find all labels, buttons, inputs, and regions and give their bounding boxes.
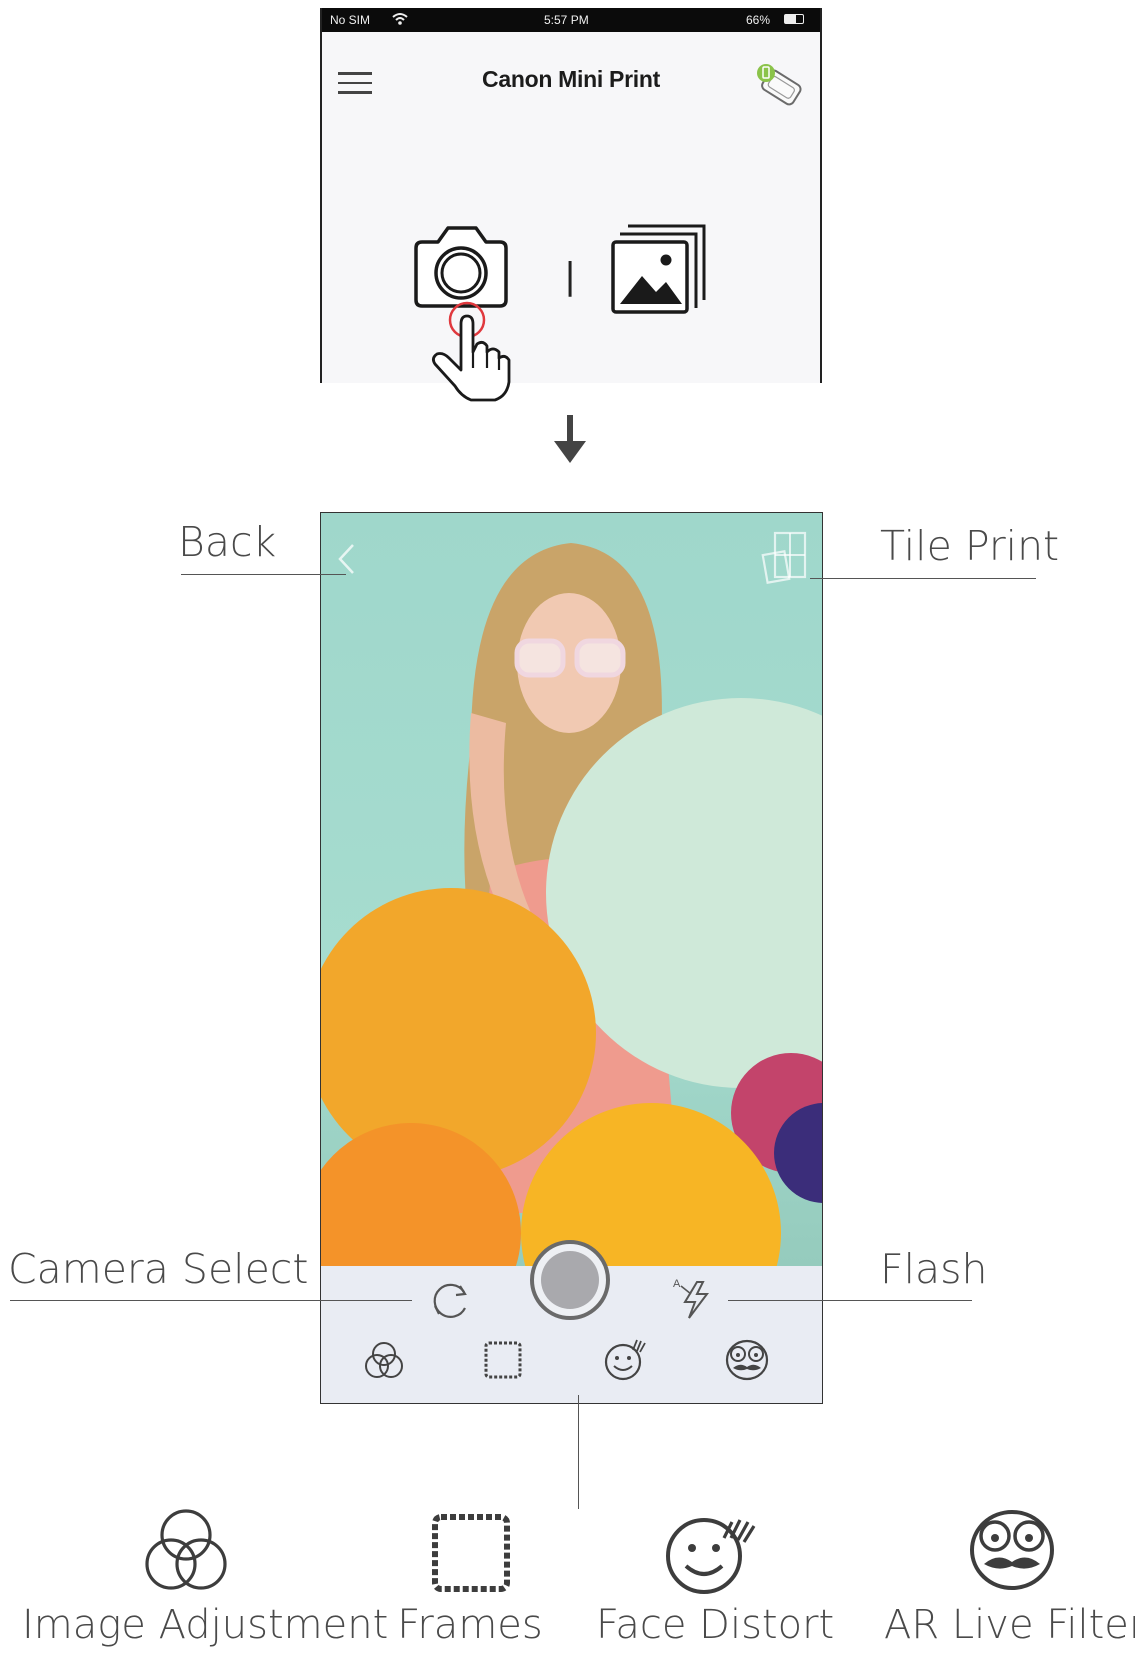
flash-callout-line	[728, 1300, 972, 1302]
image-adjustment-icon	[145, 1509, 227, 1590]
frames-tool-icon[interactable]	[483, 1340, 523, 1380]
flash-icon	[680, 1281, 709, 1319]
app-header: Canon Mini Print	[322, 32, 820, 106]
camera-select-icon[interactable]	[427, 1278, 473, 1324]
frames-label: Frames	[397, 1602, 543, 1648]
ar-live-filter-icon	[970, 1510, 1054, 1590]
back-callout-line	[181, 574, 346, 576]
camera-controls: A	[321, 1240, 822, 1403]
face-distort-label: Face Distort	[596, 1602, 835, 1648]
printer-status-icon[interactable]	[754, 60, 808, 108]
back-chevron-icon[interactable]	[335, 541, 357, 577]
battery-icon	[784, 14, 804, 24]
gallery-icon[interactable]	[610, 220, 710, 316]
tile-print-callout-line	[810, 578, 1036, 580]
preview-photo	[321, 543, 822, 1266]
camera-select-callout-line	[10, 1300, 412, 1302]
battery-percent: 66%	[746, 13, 771, 27]
ar-live-filter-tool-icon[interactable]	[723, 1336, 771, 1382]
tile-print-callout-label: Tile Print	[880, 522, 1060, 570]
tap-hand-icon	[432, 301, 511, 402]
image-adjustment-tool-icon[interactable]	[361, 1338, 407, 1384]
tools-callout-line	[578, 1395, 580, 1509]
app-title: Canon Mini Print	[482, 66, 660, 92]
flash-button[interactable]: A	[673, 1278, 715, 1322]
back-callout-label: Back	[178, 518, 277, 566]
home-divider: |	[564, 256, 577, 297]
image-adjustment-label: Image Adjustment	[22, 1602, 389, 1648]
face-distort-icon	[666, 1518, 756, 1594]
camera-select-callout-label: Camera Select	[8, 1245, 309, 1293]
flow-down-arrow-icon	[554, 415, 586, 463]
status-bar: No SIM 5:57 PM 66%	[322, 8, 820, 32]
status-time: 5:57 PM	[544, 13, 589, 27]
carrier-label: No SIM	[330, 13, 371, 27]
shutter-button[interactable]	[530, 1240, 610, 1320]
flash-callout-label: Flash	[880, 1245, 988, 1293]
wifi-icon	[392, 13, 408, 25]
home-screen: No SIM 5:57 PM 66% Canon Mini Print |	[320, 8, 822, 383]
frames-icon	[432, 1514, 510, 1592]
face-distort-tool-icon[interactable]	[603, 1336, 651, 1382]
tile-print-icon[interactable]	[761, 531, 811, 587]
camera-preview	[321, 513, 822, 1266]
camera-screen: A	[320, 512, 823, 1404]
ar-live-filter-label: AR Live Filter	[884, 1602, 1135, 1648]
